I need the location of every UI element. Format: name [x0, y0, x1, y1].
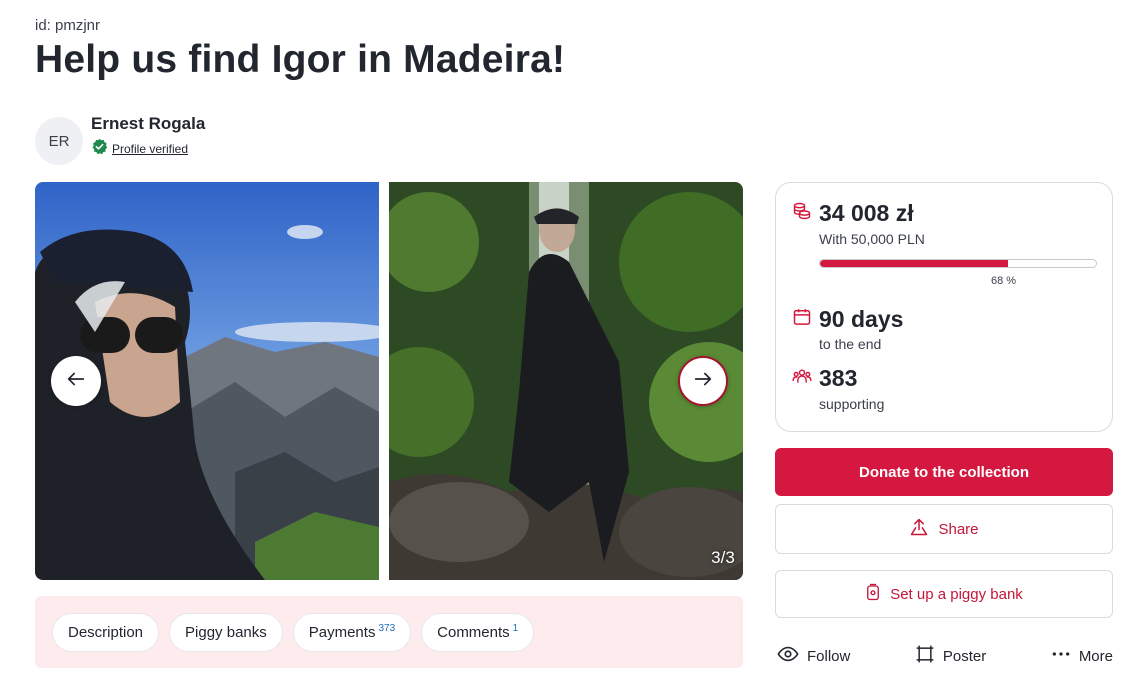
page-id: id: pmzjnr	[35, 17, 101, 34]
share-label: Share	[938, 520, 979, 538]
tab-label: Comments	[437, 623, 510, 641]
days-row: 90 days	[792, 306, 903, 333]
more-button[interactable]: More	[1051, 644, 1113, 668]
progress-bar	[819, 259, 1097, 268]
supporters-subtext: supporting	[819, 396, 885, 412]
verified-badge-icon	[91, 138, 108, 160]
days-left: 90 days	[819, 306, 904, 332]
more-label: More	[1078, 647, 1113, 665]
gallery-prev-button[interactable]	[51, 356, 101, 406]
profile-verified-link[interactable]: Profile verified	[112, 142, 188, 156]
supporters-icon	[792, 366, 812, 391]
arrow-right-icon	[692, 368, 714, 395]
author-name[interactable]: Ernest Rogala	[91, 114, 205, 134]
photo-gallery[interactable]: 3/3	[35, 182, 743, 580]
poster-icon	[915, 644, 935, 668]
piggy-bank-icon	[865, 583, 881, 605]
piggy-bank-label: Set up a piggy bank	[890, 585, 1023, 603]
supporters-row: 383	[792, 365, 857, 392]
tab-label: Description	[68, 623, 144, 641]
author-info: Ernest Rogala Profile verified	[91, 114, 205, 160]
set-up-piggy-bank-button[interactable]: Set up a piggy bank	[775, 570, 1113, 618]
fundraiser-stats-card: 34 008 zł With 50,000 PLN 68 % 90 days t…	[775, 182, 1113, 432]
donate-button[interactable]: Donate to the collection	[775, 448, 1113, 496]
content-tabs: Description Piggy banks Payments 373 Com…	[35, 596, 743, 668]
amount-raised: 34 008 zł	[819, 200, 914, 226]
tab-piggy-banks[interactable]: Piggy banks	[169, 612, 283, 652]
author-block: ER Ernest Rogala Profile verified	[35, 114, 205, 165]
coins-icon	[792, 201, 812, 226]
tab-description[interactable]: Description	[52, 612, 160, 652]
tab-count-badge: 1	[512, 622, 519, 634]
goal-text: With 50,000 PLN	[819, 231, 925, 247]
tab-label: Payments	[308, 623, 376, 641]
tab-payments[interactable]: Payments 373	[292, 612, 412, 652]
avatar[interactable]: ER	[35, 117, 83, 165]
follow-label: Follow	[807, 647, 851, 665]
poster-button[interactable]: Poster	[915, 644, 986, 668]
tab-comments[interactable]: Comments 1	[421, 612, 535, 652]
amount-row: 34 008 zł	[792, 200, 914, 227]
follow-button[interactable]: Follow	[777, 643, 850, 669]
page-title: Help us find Igor in Madeira!	[35, 38, 566, 81]
progress-label: 68 %	[991, 275, 1017, 287]
poster-label: Poster	[942, 647, 987, 665]
tab-label: Piggy banks	[185, 623, 267, 641]
verified-row: Profile verified	[91, 138, 205, 160]
supporters-count: 383	[819, 365, 858, 391]
share-icon	[909, 517, 929, 541]
calendar-icon	[792, 307, 812, 332]
tab-count-badge: 373	[378, 622, 396, 634]
arrow-left-icon	[65, 368, 87, 395]
gallery-next-button[interactable]	[678, 356, 728, 406]
days-subtext: to the end	[819, 336, 882, 352]
secondary-actions: Follow Poster More	[777, 643, 1113, 669]
share-button[interactable]: Share	[775, 504, 1113, 554]
more-dots-icon	[1051, 644, 1071, 668]
progress-fill	[820, 260, 1008, 267]
eye-icon	[777, 643, 799, 669]
gallery-counter: 3/3	[711, 548, 735, 567]
